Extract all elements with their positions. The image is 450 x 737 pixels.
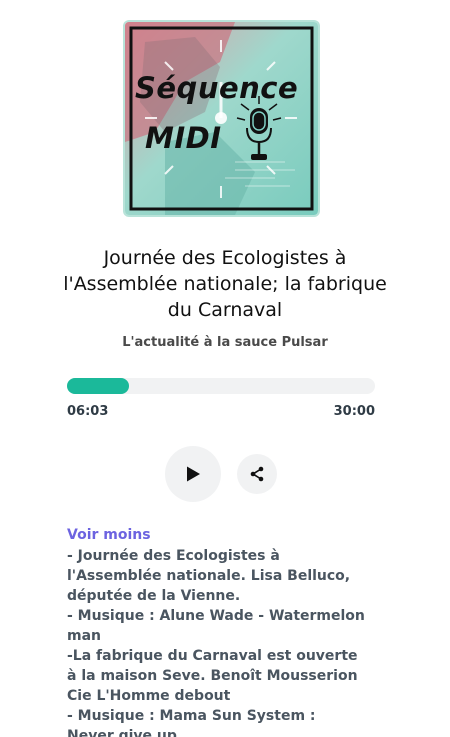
description-line: - Journée des Ecologistes à l'Assemblée … (67, 548, 351, 604)
play-button[interactable] (165, 446, 221, 502)
cover-art-graphic (125, 22, 318, 215)
progress-bar-fill (67, 378, 130, 394)
current-time: 06:03 (67, 404, 109, 419)
description-line: -La fabrique du Carnaval est ouverte à l… (67, 648, 358, 704)
progress-bar[interactable] (67, 378, 375, 394)
description-line: - Musique : Mama Sun System : Never give… (67, 708, 316, 737)
episode-title: Journée des Ecologistes à l'Assemblée na… (63, 247, 387, 321)
share-button[interactable] (237, 454, 277, 494)
share-icon (250, 466, 264, 482)
podcast-player-page: Séquence MIDI Journée des Ecologistes à … (0, 0, 450, 737)
description-line: - Musique : Alune Wade - Watermelon man (67, 608, 365, 644)
episode-subtitle: L'actualité à la sauce Pulsar (122, 335, 328, 350)
show-less-link[interactable]: Voir moins (67, 527, 151, 543)
episode-cover-art: Séquence MIDI (125, 22, 318, 215)
cover-title-line2: MIDI (145, 121, 222, 155)
play-icon (187, 466, 200, 482)
episode-description: - Journée des Ecologistes à l'Assemblée … (67, 546, 367, 737)
cover-title-line1: Séquence (135, 71, 299, 105)
total-duration: 30:00 (333, 404, 375, 419)
